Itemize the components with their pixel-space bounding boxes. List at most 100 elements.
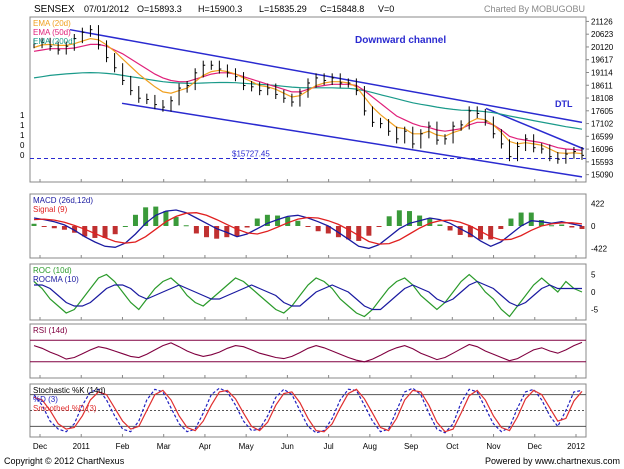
macd-histogram-bar <box>498 226 504 229</box>
macd-histogram-bar <box>244 226 250 228</box>
macd-histogram-bar <box>295 220 301 226</box>
macd-histogram-bar <box>518 212 524 226</box>
macd-histogram-bar <box>41 226 47 227</box>
stochastic-panel: Stochastic %K (14d)%D (3)Smoothed %D (3) <box>29 383 587 438</box>
macd-histogram-bar <box>92 226 98 238</box>
macd-histogram-bar <box>396 210 402 226</box>
macd-histogram-bar <box>376 226 382 227</box>
dtl-label: DTL <box>555 99 573 109</box>
price-y-tick-label: 18611 <box>591 81 613 90</box>
rsi-panel: RSI (14d) <box>29 323 587 379</box>
price-y-tick-label: 17605 <box>591 107 614 116</box>
macd-histogram-bar <box>386 216 392 226</box>
legend-ema-50d: EMA (50d) <box>33 28 71 37</box>
price-left-tick-label: 1 <box>20 121 25 130</box>
x-tick-label: Feb <box>116 442 130 451</box>
price-y-tick-label: 16599 <box>591 132 614 141</box>
roc-plot-area <box>29 263 587 321</box>
powered-label: Powered by www.chartnexus.com <box>485 456 620 466</box>
close-label: C=15848.8 <box>320 4 364 14</box>
roc-y-tick-label: 0 <box>591 288 596 297</box>
macd-histogram-bar <box>437 224 443 226</box>
legend-signal-9: Signal (9) <box>33 205 68 214</box>
x-tick-label: Oct <box>446 442 459 451</box>
x-tick-label: Apr <box>199 442 212 451</box>
volume-label: V=0 <box>378 4 394 14</box>
macd-histogram-bar <box>366 226 372 236</box>
macd-histogram-bar <box>508 218 514 226</box>
price-panel: 21126 20623 20120 19617 19114 18611 18108 17605… <box>20 16 614 183</box>
x-tick-label: Sep <box>404 442 419 451</box>
date-label: 07/01/2012 <box>84 4 129 14</box>
macd-histogram-bar <box>183 225 189 227</box>
high-label: H=15900.3 <box>198 4 242 14</box>
macd-y-tick-label: -422 <box>591 245 608 254</box>
x-tick-label: Aug <box>363 442 377 451</box>
macd-histogram-bar <box>559 224 565 226</box>
price-y-tick-label: 19114 <box>591 68 613 77</box>
x-tick-label: May <box>239 442 254 451</box>
x-tick-label: Dec <box>33 442 47 451</box>
macd-histogram-bar <box>254 218 260 226</box>
macd-y-tick-label: 0 <box>591 222 596 231</box>
macd-histogram-bar <box>193 226 199 234</box>
macd-panel: 422 0 -422 MACD (26d,12d)Signal (9) <box>29 193 608 259</box>
price-y-tick-label: 15090 <box>591 171 614 180</box>
price-y-tick-label: 16096 <box>591 145 614 154</box>
price-y-tick-label: 19617 <box>591 56 614 65</box>
legend-smoothed-d-3: Smoothed %D (3) <box>33 404 97 413</box>
channel-label: Downward channel <box>355 35 446 46</box>
macd-histogram-bar <box>102 226 108 238</box>
macd-histogram-bar <box>549 225 555 227</box>
x-tick-label: 2011 <box>73 442 91 451</box>
price-y-tick-label: 20120 <box>591 43 614 52</box>
roc-y-tick-label: 5 <box>591 271 596 280</box>
symbol-label: SENSEX <box>34 4 75 15</box>
macd-histogram-bar <box>234 226 240 237</box>
legend-rsi-14d: RSI (14d) <box>33 326 68 335</box>
legend-rocma-10: ROCMA (10) <box>33 275 79 284</box>
price-y-tick-label: 18108 <box>591 94 614 103</box>
macd-histogram-bar <box>579 226 585 229</box>
open-label: O=15893.3 <box>137 4 182 14</box>
legend--d-3: %D (3) <box>33 395 58 404</box>
macd-histogram-bar <box>447 226 453 231</box>
x-tick-label: Jun <box>281 442 294 451</box>
macd-histogram-bar <box>528 212 534 226</box>
price-y-tick-label: 15593 <box>591 158 614 167</box>
legend-ema-20d: EMA (20d) <box>33 19 71 28</box>
macd-histogram-bar <box>204 226 210 238</box>
price-plot-area <box>29 16 587 183</box>
credit-label: Charted By MOBUGOBU <box>484 4 585 14</box>
price-left-tick-label: 1 <box>20 111 25 120</box>
macd-histogram-bar <box>31 223 37 226</box>
x-tick-label: Dec <box>528 442 542 451</box>
copyright-label: Copyright © 2012 ChartNexus <box>4 456 125 466</box>
price-left-tick-label: 0 <box>20 151 25 160</box>
macd-histogram-bar <box>51 226 57 229</box>
legend-roc-10d: ROC (10d) <box>33 266 72 275</box>
legend-macd-26d-12d: MACD (26d,12d) <box>33 196 93 205</box>
macd-histogram-bar <box>173 217 179 226</box>
x-tick-label: 2012 <box>567 442 585 451</box>
macd-histogram-bar <box>122 226 128 227</box>
price-y-tick-label: 17102 <box>591 120 614 129</box>
macd-histogram-bar <box>315 226 321 232</box>
macd-histogram-bar <box>112 226 118 235</box>
x-tick-label: Jul <box>323 442 333 451</box>
chart-frame: SENSEX 07/01/2012 O=15893.3 H=15900.3 L=… <box>4 4 620 466</box>
support-label: $15727.45 <box>232 149 270 158</box>
roc-y-tick-label: -5 <box>591 306 599 315</box>
macd-y-tick-label: 422 <box>591 199 605 208</box>
price-left-tick-label: 1 <box>20 131 25 140</box>
price-y-tick-label: 21126 <box>591 17 613 26</box>
macd-histogram-bar <box>305 226 311 227</box>
macd-histogram-bar <box>132 214 138 226</box>
legend-stochastic-k-14d: Stochastic %K (14d) <box>33 386 106 395</box>
price-left-tick-label: 0 <box>20 141 25 150</box>
legend-ema-200d: EMA (200d) <box>33 37 76 46</box>
x-tick-label: Mar <box>157 442 171 451</box>
macd-histogram-bar <box>569 226 575 228</box>
roc-panel: 5 0 -5 ROC (10d)ROCMA (10) <box>29 263 599 321</box>
macd-histogram-bar <box>356 226 362 241</box>
